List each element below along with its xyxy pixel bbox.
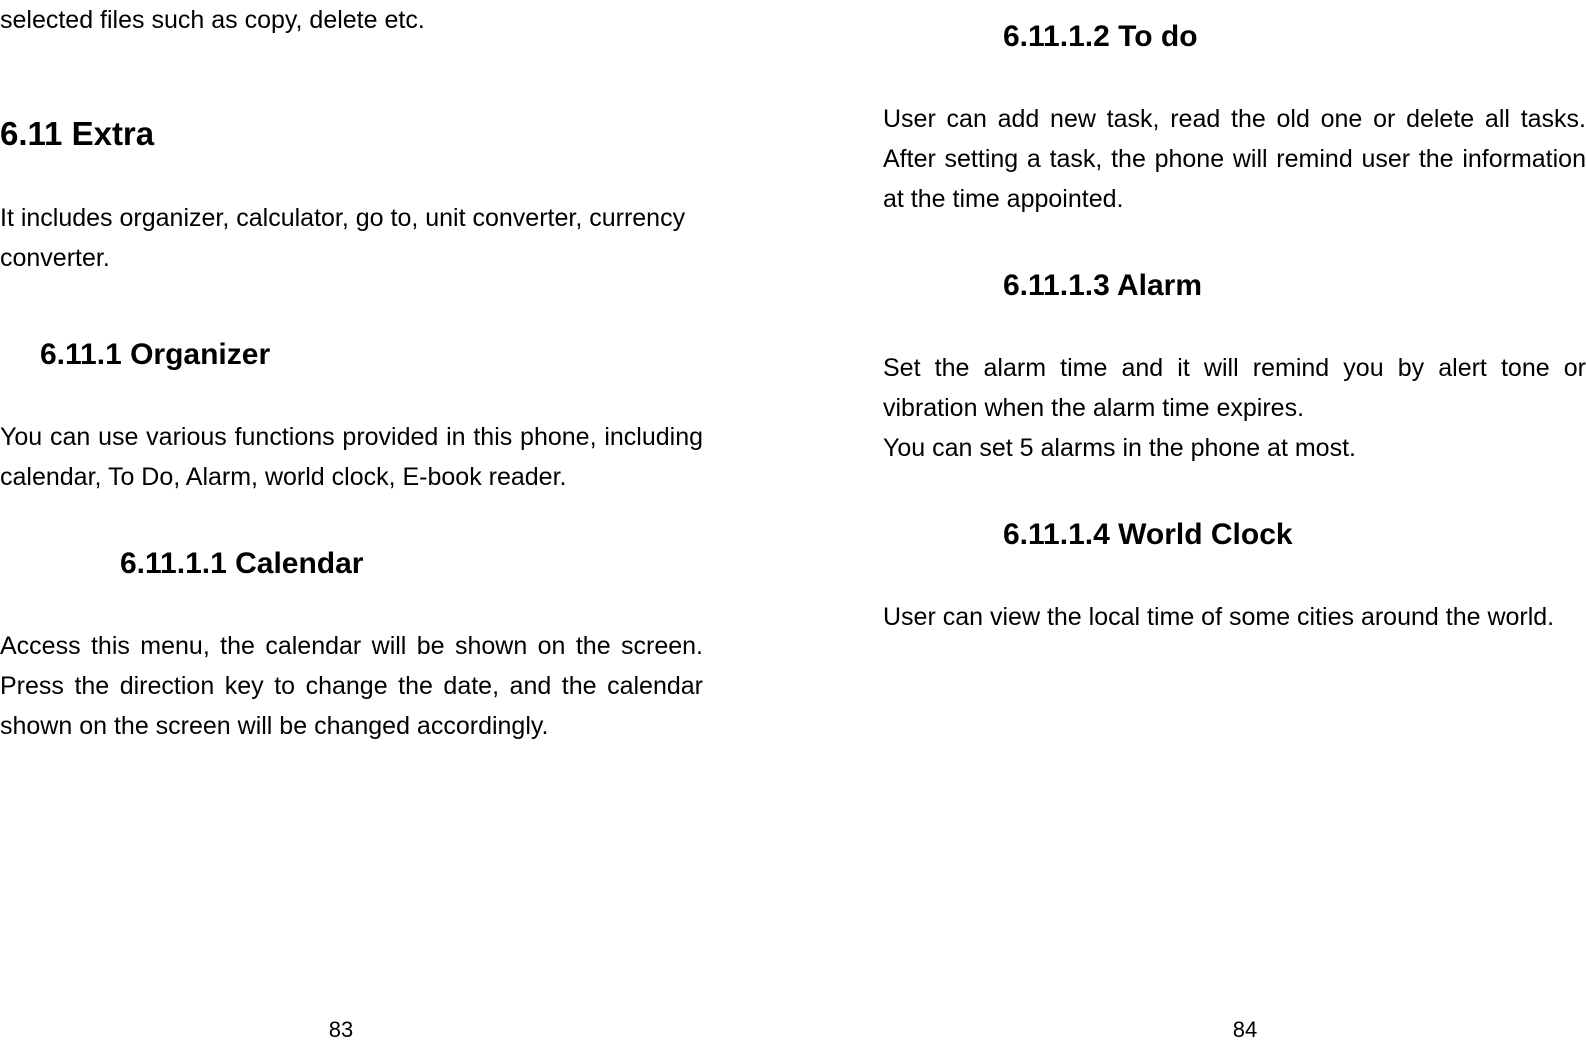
body-todo: User can add new task, read the old one … <box>883 99 1586 219</box>
body-alarm-2: You can set 5 alarms in the phone at mos… <box>883 428 1586 468</box>
right-page: 6.11.1.2 To do User can add new task, re… <box>793 0 1586 1043</box>
body-calendar: Access this menu, the calendar will be s… <box>0 626 703 746</box>
heading-extra: 6.11 Extra <box>0 115 703 153</box>
heading-alarm: 6.11.1.3 Alarm <box>883 269 1586 303</box>
body-alarm-1: Set the alarm time and it will remind yo… <box>883 348 1586 428</box>
heading-calendar: 6.11.1.1 Calendar <box>0 547 703 581</box>
heading-todo: 6.11.1.2 To do <box>883 20 1586 54</box>
body-organizer: You can use various functions provided i… <box>0 417 703 497</box>
page-number-right: 84 <box>1233 1017 1257 1043</box>
body-worldclock: User can view the local time of some cit… <box>883 597 1586 637</box>
heading-worldclock: 6.11.1.4 World Clock <box>883 518 1586 552</box>
body-extra: It includes organizer, calculator, go to… <box>0 198 703 278</box>
page-number-left: 83 <box>329 1017 353 1043</box>
opening-line: selected files such as copy, delete etc. <box>0 0 703 40</box>
left-page: selected files such as copy, delete etc.… <box>0 0 793 1043</box>
heading-organizer: 6.11.1 Organizer <box>0 338 703 372</box>
